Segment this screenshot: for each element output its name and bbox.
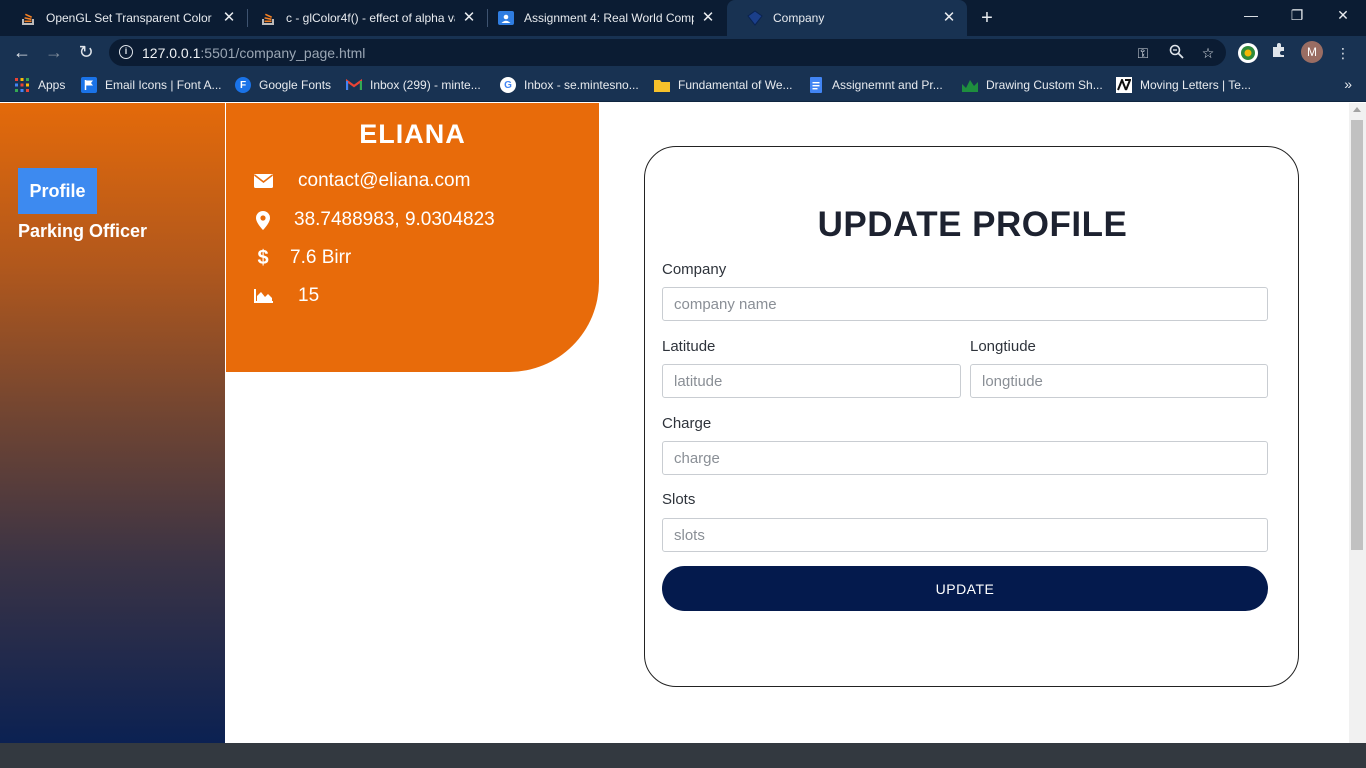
- slots-input[interactable]: [662, 518, 1268, 552]
- close-icon[interactable]: ✕: [221, 10, 237, 26]
- puzzle-icon[interactable]: [1268, 42, 1290, 64]
- apps-grid-icon: [14, 77, 30, 93]
- bookmark-item[interactable]: G Inbox - se.mintesno...: [500, 76, 639, 94]
- company-info-card: ELIANA contact@eliana.com 38.7488983, 9.…: [226, 103, 599, 372]
- bookmark-item[interactable]: Email Icons | Font A...: [81, 76, 222, 94]
- google-icon: G: [500, 77, 516, 93]
- classroom-icon: [498, 10, 514, 26]
- star-icon[interactable]: ☆: [1199, 44, 1217, 62]
- browser-tab[interactable]: Assignment 4: Real World Compl ✕: [478, 0, 726, 36]
- os-taskbar: [0, 743, 1366, 768]
- avatar[interactable]: M: [1301, 41, 1323, 63]
- letters-icon: [1116, 77, 1132, 93]
- close-window-button[interactable]: ✕: [1320, 0, 1366, 32]
- bookmark-item[interactable]: Assignemnt and Pr...: [808, 76, 943, 94]
- longitude-label: Longtiude: [970, 338, 1036, 355]
- location-row: 38.7488983, 9.0304823: [252, 208, 495, 232]
- flag-icon: [81, 77, 97, 93]
- address-bar[interactable]: i 127.0.0.1:5501/company_page.html ⚿ ☆: [109, 39, 1226, 66]
- browser-tab-active[interactable]: Company ✕: [727, 0, 967, 36]
- back-arrow-icon[interactable]: ←: [10, 40, 34, 64]
- key-icon[interactable]: ⚿: [1134, 44, 1152, 62]
- folder-icon: [654, 77, 670, 93]
- update-button[interactable]: UPDATE: [662, 566, 1268, 611]
- extension-icon[interactable]: [1237, 42, 1259, 64]
- latitude-input[interactable]: [662, 364, 961, 398]
- email-text: contact@eliana.com: [298, 170, 471, 191]
- envelope-icon: [252, 170, 274, 192]
- page-viewport: Profile Parking Officer ELIANA contact@e…: [0, 103, 1366, 743]
- browser-tab[interactable]: c - glColor4f() - effect of alpha va ✕: [240, 0, 487, 36]
- tab-title: c - glColor4f() - effect of alpha va: [286, 11, 455, 25]
- site-favicon-icon: [747, 10, 763, 26]
- tab-title: Company: [773, 11, 825, 25]
- close-icon[interactable]: ✕: [461, 10, 477, 26]
- browser-tab[interactable]: OpenGL Set Transparent Color fo ✕: [0, 0, 247, 36]
- location-text: 38.7488983, 9.0304823: [294, 209, 495, 230]
- stackoverflow-icon: [260, 10, 276, 26]
- forward-arrow-icon[interactable]: →: [42, 40, 66, 64]
- company-name-input[interactable]: [662, 287, 1268, 321]
- profile-button[interactable]: Profile: [18, 168, 97, 214]
- area-chart-icon: [252, 285, 274, 307]
- bookmark-item[interactable]: F Google Fonts: [235, 76, 331, 94]
- slots-text: 15: [298, 285, 320, 306]
- url-text[interactable]: 127.0.0.1:5501/company_page.html: [142, 45, 365, 61]
- new-tab-button[interactable]: +: [976, 7, 998, 29]
- charge-text: 7.6 Birr: [290, 247, 352, 268]
- company-name: ELIANA: [359, 119, 466, 149]
- scrollbar-thumb[interactable]: [1351, 120, 1363, 550]
- slots-row: 15: [252, 284, 319, 308]
- menu-kebab-icon[interactable]: ⋮: [1332, 42, 1354, 64]
- charge-row: $ 7.6 Birr: [252, 246, 351, 270]
- page-scrollbar[interactable]: [1349, 103, 1366, 743]
- tab-title: OpenGL Set Transparent Color fo: [46, 11, 215, 25]
- stackoverflow-icon: [20, 10, 36, 26]
- zoom-icon[interactable]: [1167, 44, 1185, 62]
- minimize-button[interactable]: —: [1228, 0, 1274, 32]
- tab-title: Assignment 4: Real World Compl: [524, 11, 694, 25]
- chevron-right-icon[interactable]: »: [1344, 76, 1352, 92]
- restore-button[interactable]: ❐: [1274, 0, 1320, 32]
- docs-icon: [808, 77, 824, 93]
- latitude-label: Latitude: [662, 338, 716, 355]
- charge-label: Charge: [662, 415, 712, 432]
- update-profile-form: UPDATE PROFILE Company Latitude Longtiud…: [644, 146, 1299, 687]
- close-icon[interactable]: ✕: [941, 10, 957, 26]
- close-icon[interactable]: ✕: [700, 10, 716, 26]
- map-pin-icon: [252, 209, 274, 231]
- gmail-icon: [346, 77, 362, 93]
- user-role: Parking Officer: [18, 221, 148, 241]
- browser-toolbar: ← → ↻ i 127.0.0.1:5501/company_page.html…: [0, 36, 1366, 68]
- chart-icon: [962, 77, 978, 93]
- email-row: contact@eliana.com: [252, 169, 470, 193]
- bookmark-item[interactable]: Drawing Custom Sh...: [962, 76, 1103, 94]
- form-title: UPDATE PROFILE: [817, 205, 1128, 244]
- site-info-icon[interactable]: i: [119, 45, 133, 59]
- dollar-icon: $: [257, 246, 269, 269]
- browser-tab-bar: OpenGL Set Transparent Color fo ✕ c - gl…: [0, 0, 1366, 36]
- bookmarks-bar: Apps Email Icons | Font A... F Google Fo…: [0, 68, 1366, 102]
- reload-icon[interactable]: ↻: [74, 40, 98, 64]
- slots-label: Slots: [662, 491, 696, 508]
- company-label: Company: [662, 261, 727, 278]
- bookmark-item[interactable]: Moving Letters | Te...: [1116, 76, 1251, 94]
- charge-input[interactable]: [662, 441, 1268, 475]
- sidebar: Profile Parking Officer: [0, 103, 225, 743]
- bookmark-item[interactable]: Inbox (299) - minte...: [346, 76, 481, 94]
- bookmark-item[interactable]: Apps: [14, 76, 65, 94]
- scroll-up-icon[interactable]: [1353, 107, 1361, 112]
- google-fonts-icon: F: [235, 77, 251, 93]
- bookmark-item[interactable]: Fundamental of We...: [654, 76, 793, 94]
- longitude-input[interactable]: [970, 364, 1268, 398]
